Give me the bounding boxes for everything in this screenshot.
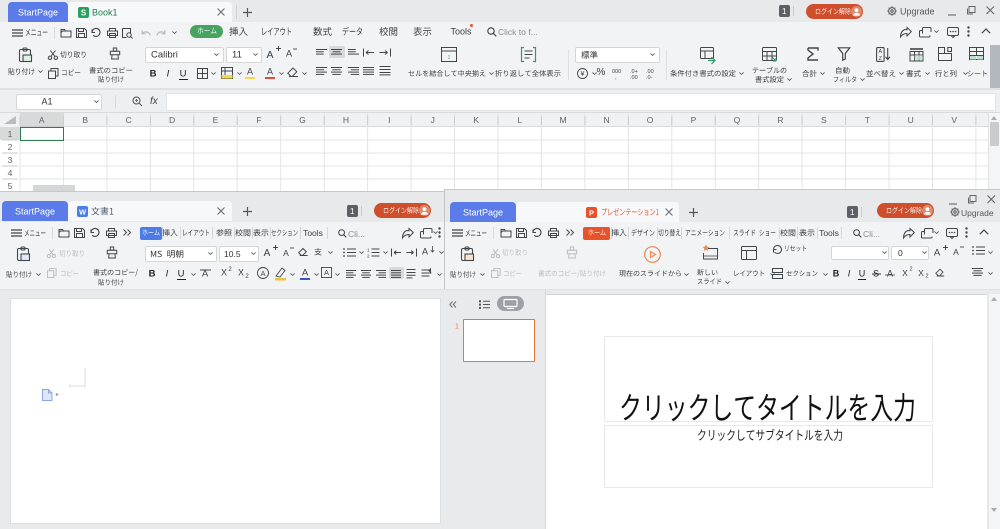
svg-text:1: 1 (367, 248, 370, 253)
svg-text:P: P (589, 208, 594, 217)
svg-text:W: W (79, 207, 87, 216)
svg-text:A: A (324, 268, 329, 277)
svg-text:A: A (260, 269, 265, 278)
